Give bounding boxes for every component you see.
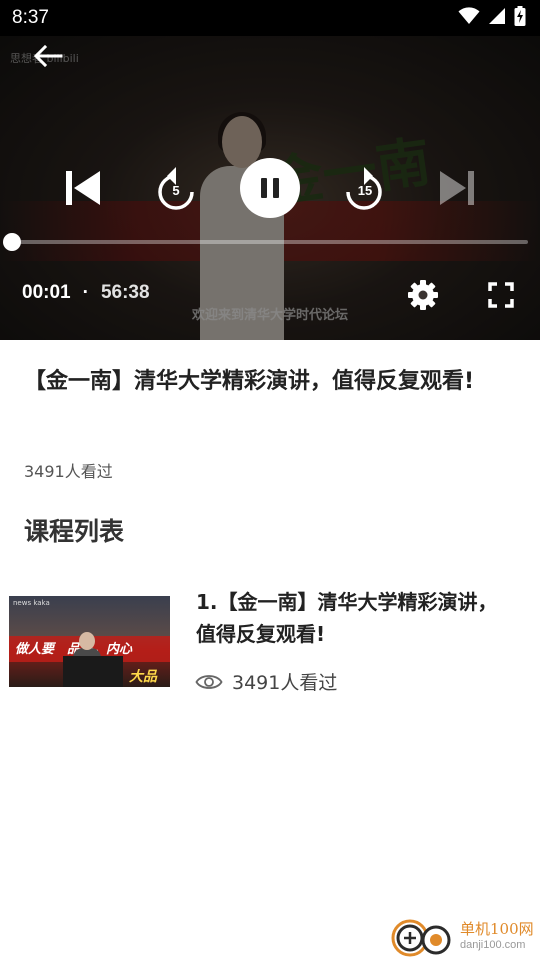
wifi-icon — [458, 7, 480, 29]
back-button[interactable] — [28, 40, 68, 72]
course-list-heading: 课程列表 — [24, 517, 125, 546]
forward-15-button[interactable]: 15 — [340, 164, 388, 212]
progress-bar[interactable] — [12, 240, 528, 244]
site-logo-icon — [391, 919, 451, 957]
course-list-item[interactable]: news kaka 做人要 品格，内心 大品 1.【金一南】清华大学精彩演讲，值… — [9, 586, 529, 695]
video-player[interactable]: 金一南 思想者 bilibili 欢迎来到清华大学时代论坛 5 15 00:01… — [0, 36, 540, 340]
next-button[interactable] — [434, 166, 482, 210]
forward-seconds: 15 — [357, 183, 373, 198]
thumbnail-logo: news kaka — [13, 599, 50, 607]
arrow-left-icon — [33, 45, 63, 67]
pause-icon — [261, 178, 279, 198]
site-watermark: 单机100网 danji100.com — [390, 914, 534, 960]
battery-charging-icon — [514, 6, 526, 30]
skip-previous-icon — [66, 171, 100, 205]
status-bar: 8:37 — [0, 0, 540, 36]
progress-thumb[interactable] — [3, 233, 21, 251]
video-title: 【金一南】清华大学精彩演讲，值得反复观看! — [24, 369, 475, 394]
replay-5-button[interactable]: 5 — [152, 164, 200, 212]
thumbnail-caption-2: 大品 — [129, 669, 157, 685]
status-icons — [458, 6, 526, 30]
site-name: 单机100网 — [460, 920, 534, 938]
gear-icon — [408, 280, 438, 310]
fullscreen-button[interactable] — [482, 276, 520, 314]
status-time: 8:37 — [12, 7, 49, 28]
course-item-view-count: 3491人看过 — [232, 672, 338, 694]
pause-button[interactable] — [240, 158, 300, 218]
duration: 56:38 — [100, 282, 150, 303]
previous-button[interactable] — [58, 166, 106, 210]
thumbnail-podium — [63, 656, 123, 687]
fullscreen-icon — [488, 282, 514, 308]
time-display: 00:01 · 56:38 — [22, 282, 150, 304]
current-time: 00:01 — [22, 282, 71, 303]
view-count: 3491人看过 — [24, 462, 113, 481]
course-item-views: 3491人看过 — [195, 668, 337, 695]
skip-next-icon — [440, 171, 474, 205]
eye-icon — [195, 672, 223, 692]
site-url: danji100.com — [460, 939, 526, 951]
replay-seconds: 5 — [172, 183, 180, 198]
signal-icon — [488, 7, 506, 29]
course-item-title[interactable]: 1.【金一南】清华大学精彩演讲，值得反复观看! — [196, 586, 506, 650]
time-separator: · — [82, 282, 89, 303]
course-thumbnail[interactable]: news kaka 做人要 品格，内心 大品 — [9, 596, 170, 687]
settings-button[interactable] — [402, 274, 444, 316]
